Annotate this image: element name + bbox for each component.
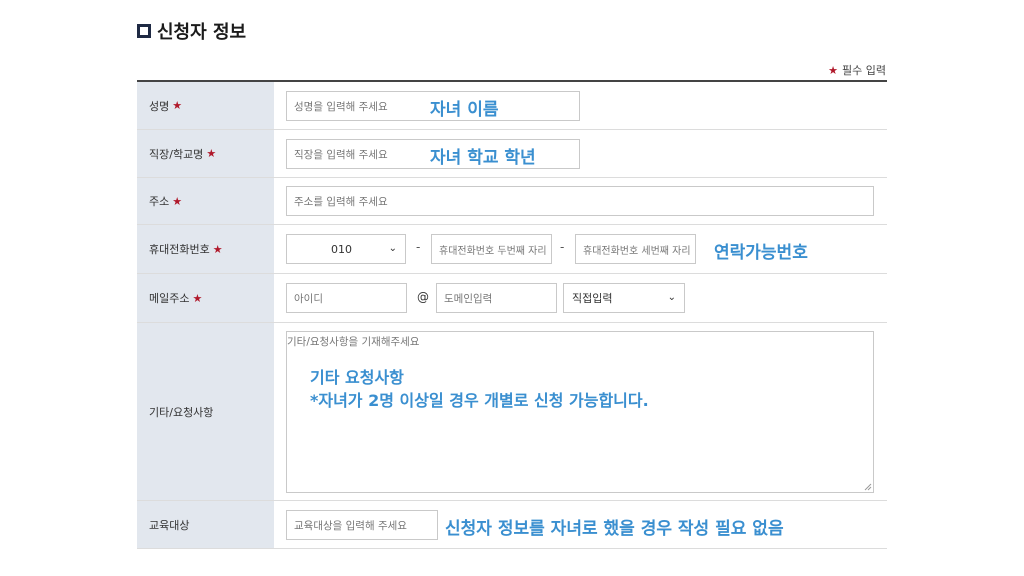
phone-dash-1: - bbox=[416, 240, 421, 254]
chevron-down-icon: ⌄ bbox=[388, 243, 397, 254]
field-label-email: 메일주소 bbox=[149, 292, 190, 305]
required-note: ★ 필수 입력 bbox=[828, 62, 886, 78]
field-label-phone: 휴대전화번호 bbox=[149, 243, 210, 256]
required-star-icon: ★ bbox=[206, 147, 217, 160]
label-cell-address: 주소 ★ bbox=[137, 178, 274, 224]
required-star-icon: ★ bbox=[828, 63, 839, 77]
chevron-down-icon: ⌄ bbox=[667, 292, 676, 303]
phone-third-input[interactable]: 휴대전화번호 세번째 자리 bbox=[575, 234, 696, 264]
phone-prefix-value: 010 bbox=[331, 242, 352, 256]
required-star-icon: ★ bbox=[192, 291, 203, 305]
value-cell-target: 교육대상을 입력해 주세요 신청자 정보를 자녀로 했을 경우 작성 필요 없음 bbox=[274, 501, 887, 548]
label-cell-workplace: 직장/학교명 ★ bbox=[137, 130, 274, 177]
field-label-target: 교육대상 bbox=[149, 518, 190, 532]
required-note-label: 필수 입력 bbox=[842, 64, 886, 77]
value-cell-address: 주소를 입력해 주세요 bbox=[274, 178, 887, 224]
annotation-workplace: 자녀 학교 학년 bbox=[430, 148, 536, 168]
row-address: 주소 ★ 주소를 입력해 주세요 bbox=[137, 178, 887, 225]
value-cell-name: 성명을 입력해 주세요 자녀 이름 bbox=[274, 82, 887, 129]
phone-second-placeholder: 휴대전화번호 두번째 자리 bbox=[439, 245, 547, 257]
applicant-form: 성명 ★ 성명을 입력해 주세요 자녀 이름 직장/학교명 ★ 직장을 입력해 … bbox=[137, 80, 887, 549]
annotation-notes-line1: 기타 요청사항 bbox=[310, 368, 404, 387]
value-cell-workplace: 직장을 입력해 주세요 자녀 학교 학년 bbox=[274, 130, 887, 177]
section-header: 신청자 정보 bbox=[137, 19, 246, 43]
label-cell-name: 성명 ★ bbox=[137, 82, 274, 129]
phone-second-input[interactable]: 휴대전화번호 두번째 자리 bbox=[431, 234, 552, 264]
phone-third-placeholder: 휴대전화번호 세번째 자리 bbox=[583, 245, 691, 257]
target-input-placeholder: 교육대상을 입력해 주세요 bbox=[294, 519, 407, 532]
email-id-placeholder: 아이디 bbox=[294, 292, 323, 305]
value-cell-phone: 010 ⌄ - 휴대전화번호 두번째 자리 - 휴대전화번호 세번째 자리 연락… bbox=[274, 225, 887, 273]
row-workplace: 직장/학교명 ★ 직장을 입력해 주세요 자녀 학교 학년 bbox=[137, 130, 887, 178]
workplace-input-placeholder: 직장을 입력해 주세요 bbox=[294, 148, 388, 161]
row-notes: 기타/요청사항 기타/요청사항을 기재해주세요 기타 요청사항 *자녀가 2명 … bbox=[137, 323, 887, 501]
field-label-notes: 기타/요청사항 bbox=[149, 405, 214, 419]
label-cell-target: 교육대상 bbox=[137, 501, 274, 548]
value-cell-email: 아이디 @ 도메인입력 직접입력 ⌄ bbox=[274, 274, 887, 322]
email-domain-select[interactable]: 직접입력 ⌄ bbox=[563, 283, 685, 313]
phone-prefix-select[interactable]: 010 ⌄ bbox=[286, 234, 406, 264]
field-label-workplace: 직장/학교명 bbox=[149, 147, 204, 161]
row-email: 메일주소 ★ 아이디 @ 도메인입력 직접입력 ⌄ bbox=[137, 274, 887, 323]
target-input[interactable]: 교육대상을 입력해 주세요 bbox=[286, 510, 438, 540]
section-title: 신청자 정보 bbox=[157, 22, 247, 43]
annotation-notes-line2: *자녀가 2명 이상일 경우 개별로 신청 가능합니다. bbox=[310, 391, 649, 410]
label-cell-notes: 기타/요청사항 bbox=[137, 323, 274, 500]
annotation-target: 신청자 정보를 자녀로 했을 경우 작성 필요 없음 bbox=[445, 519, 784, 539]
resize-handle-icon[interactable] bbox=[864, 483, 872, 491]
square-bullet-icon bbox=[137, 24, 151, 38]
annotation-phone: 연락가능번호 bbox=[714, 243, 808, 263]
email-at-sign: @ bbox=[417, 290, 429, 304]
field-label-address: 주소 bbox=[149, 195, 170, 208]
notes-textarea[interactable]: 기타/요청사항을 기재해주세요 bbox=[286, 331, 874, 493]
name-input-placeholder: 성명을 입력해 주세요 bbox=[294, 100, 388, 113]
email-domain-placeholder: 도메인입력 bbox=[444, 292, 493, 305]
value-cell-notes: 기타/요청사항을 기재해주세요 기타 요청사항 *자녀가 2명 이상일 경우 개… bbox=[274, 323, 887, 500]
annotation-name: 자녀 이름 bbox=[430, 100, 499, 120]
row-target: 교육대상 교육대상을 입력해 주세요 신청자 정보를 자녀로 했을 경우 작성 … bbox=[137, 501, 887, 549]
email-id-input[interactable]: 아이디 bbox=[286, 283, 407, 313]
notes-placeholder: 기타/요청사항을 기재해주세요 bbox=[287, 336, 420, 348]
address-input-placeholder: 주소를 입력해 주세요 bbox=[294, 195, 388, 208]
row-phone: 휴대전화번호 ★ 010 ⌄ - 휴대전화번호 두번째 자리 - 휴대전화번호 … bbox=[137, 225, 887, 274]
email-domain-input[interactable]: 도메인입력 bbox=[436, 283, 557, 313]
required-star-icon: ★ bbox=[212, 242, 223, 256]
required-star-icon: ★ bbox=[172, 99, 183, 112]
required-star-icon: ★ bbox=[172, 194, 183, 208]
field-label-name: 성명 bbox=[149, 99, 170, 113]
label-cell-phone: 휴대전화번호 ★ bbox=[137, 225, 274, 273]
row-name: 성명 ★ 성명을 입력해 주세요 자녀 이름 bbox=[137, 82, 887, 130]
address-input[interactable]: 주소를 입력해 주세요 bbox=[286, 186, 874, 216]
label-cell-email: 메일주소 ★ bbox=[137, 274, 274, 322]
email-domain-select-value: 직접입력 bbox=[572, 292, 613, 305]
phone-dash-2: - bbox=[560, 240, 565, 254]
